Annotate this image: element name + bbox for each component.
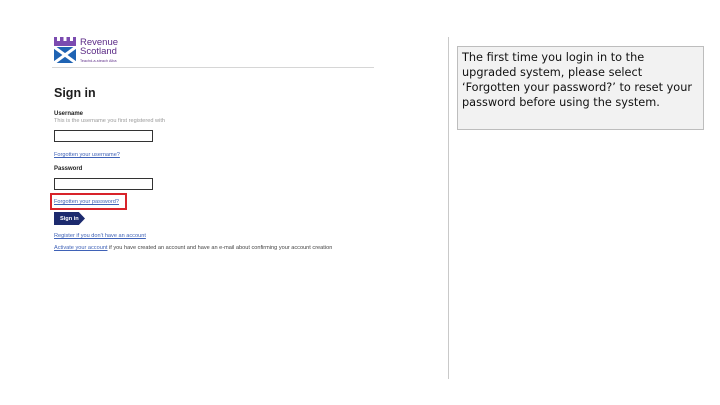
activate-line: Activate your account if you have create… [54, 245, 332, 251]
header-divider [52, 67, 374, 68]
page-title: Sign in [54, 86, 96, 100]
activate-text: if you have created an account and have … [107, 245, 333, 251]
screenshot-panel: Revenue Scotland Teachd-a-steach Alba Si… [0, 0, 445, 405]
register-link[interactable]: Register if you don't have an account [54, 233, 146, 239]
forgot-username-link[interactable]: Forgotten your username? [54, 152, 120, 158]
activate-account-link[interactable]: Activate your account [54, 245, 107, 251]
saltire-crown-icon [54, 37, 76, 63]
username-label: Username [54, 111, 84, 117]
password-input[interactable] [54, 178, 153, 190]
vertical-divider [448, 37, 449, 379]
sign-in-button[interactable]: Sign in [54, 212, 85, 225]
password-label: Password [54, 166, 83, 172]
logo-tagline: Teachd-a-steach Alba [80, 59, 117, 63]
highlight-box [50, 193, 127, 210]
instruction-note: The first time you login in to the upgra… [457, 46, 704, 130]
logo-line-2: Scotland [80, 46, 117, 57]
username-input[interactable] [54, 130, 153, 142]
username-hint: This is the username you first registere… [54, 118, 165, 124]
revenue-scotland-logo: Revenue Scotland Teachd-a-steach Alba [54, 37, 124, 63]
